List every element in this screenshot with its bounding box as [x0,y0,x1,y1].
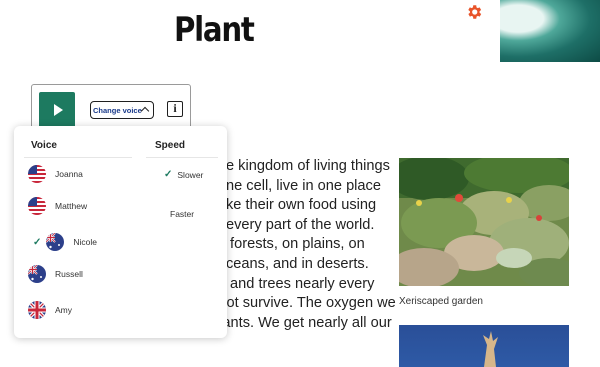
secondary-image [399,325,569,367]
header-image [500,0,600,62]
divider [24,157,132,158]
check-icon: ✓ [164,169,173,180]
voice-dropdown: Voice Speed Joanna Matthew ✓ Nicole Russ… [14,126,227,338]
speed-option-slower[interactable]: ✓ Slower [164,169,203,180]
voice-name: Nicole [73,237,98,247]
speed-heading: Speed [155,140,186,151]
speed-name: Faster [170,209,195,219]
chevron-up-icon [140,106,150,116]
page-title: Plant [174,10,255,50]
au-flag-icon [28,265,46,283]
voice-name: Joanna [55,169,83,179]
us-flag-icon [28,165,46,183]
check-icon: ✓ [33,236,42,248]
voice-option-amy[interactable]: Amy [28,301,72,319]
voice-name: Russell [55,269,83,279]
figure-caption: Xeriscaped garden [399,296,483,307]
voice-heading: Voice [31,140,57,151]
au-flag-icon [46,233,65,251]
voice-option-russell[interactable]: Russell [28,265,83,283]
voice-name: Amy [55,305,72,315]
speed-option-faster[interactable]: Faster [170,209,194,219]
play-button[interactable] [39,92,75,128]
divider [146,157,218,158]
voice-option-nicole[interactable]: ✓ Nicole [33,233,97,251]
voice-option-matthew[interactable]: Matthew [28,197,87,215]
us-flag-icon [28,197,46,215]
speed-name: Slower [177,169,204,180]
info-button[interactable]: i [167,101,183,117]
voice-option-joanna[interactable]: Joanna [28,165,83,183]
change-voice-button[interactable]: Change voice [90,101,154,119]
change-voice-label: Change voice [93,105,142,115]
uk-flag-icon [28,301,46,319]
gear-icon[interactable] [465,3,483,21]
voice-name: Matthew [55,201,88,211]
play-icon [53,104,63,116]
garden-image [399,158,569,286]
